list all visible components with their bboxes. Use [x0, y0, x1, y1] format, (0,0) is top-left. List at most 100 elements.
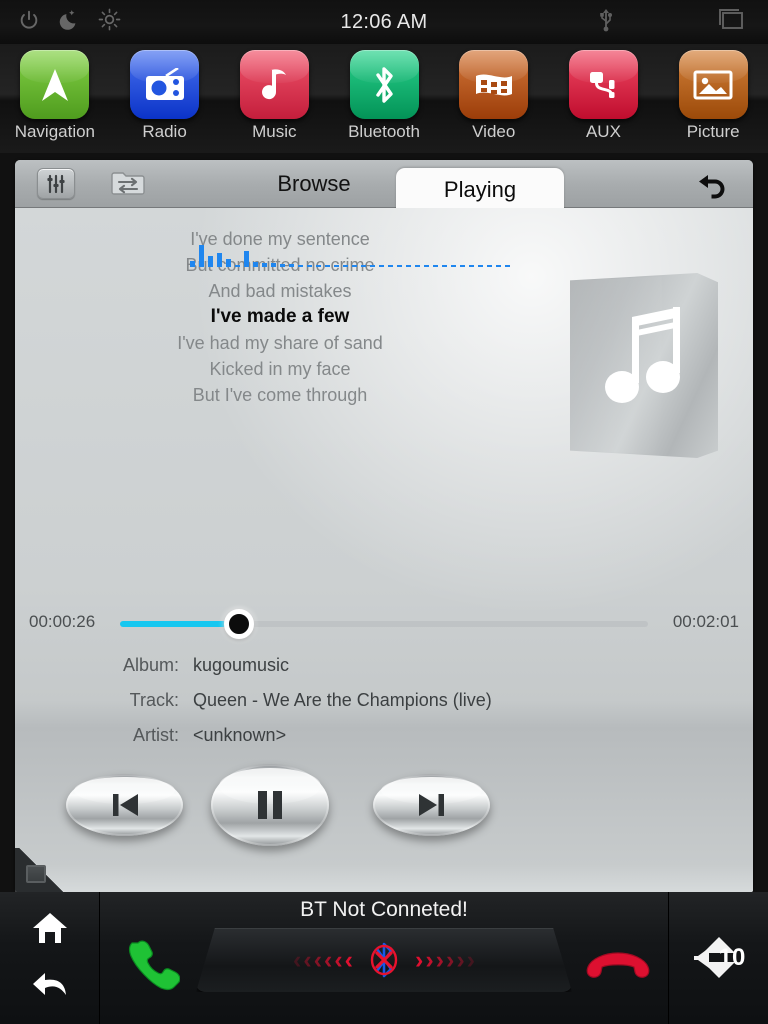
spectrum-bar — [496, 265, 501, 267]
next-track-button[interactable] — [373, 774, 490, 836]
metadata-row-artist: Artist: <unknown> — [15, 718, 615, 753]
play-pause-button[interactable] — [211, 764, 329, 846]
track-metadata: Album: kugoumusic Track: Queen - We Are … — [15, 648, 615, 753]
progress-row: 00:00:26 00:02:01 — [15, 606, 753, 642]
spectrum-bar — [442, 265, 447, 267]
spectrum-bar — [226, 259, 231, 267]
metadata-key: Track: — [129, 690, 179, 710]
spectrum-bar — [406, 265, 411, 267]
multitask-windows-icon[interactable] — [716, 7, 746, 38]
lyric-line: Kicked in my face — [209, 359, 351, 379]
spectrum-bar — [244, 251, 249, 267]
spectrum-visualizer — [190, 222, 630, 267]
previous-track-button[interactable] — [66, 774, 183, 836]
spectrum-bar — [460, 265, 465, 267]
seek-slider[interactable] — [120, 609, 648, 639]
player-content: I've done my sentence But committed no c… — [15, 208, 753, 892]
radio-icon — [130, 50, 200, 119]
return-arrow-icon[interactable] — [691, 166, 731, 202]
chevron-left-icon: ‹ — [313, 945, 323, 974]
folder-swap-icon[interactable] — [109, 168, 147, 199]
chevron-left-icon: ‹ — [303, 945, 312, 974]
back-arrow-icon[interactable] — [31, 970, 69, 1005]
phone-hangup-icon[interactable] — [583, 944, 653, 990]
chevron-left-icon: ‹ — [334, 945, 343, 974]
music-note-album-art-icon — [605, 307, 680, 403]
lyric-line: I've had my share of sand — [177, 333, 383, 353]
dock-item-radio[interactable]: Radio — [110, 44, 220, 153]
music-player-panel: Browse Playing I've done my sentence But… — [15, 160, 753, 892]
album-art — [570, 273, 718, 458]
next-icon — [418, 794, 444, 816]
film-strip-icon — [459, 50, 529, 119]
dock-item-bluetooth[interactable]: Bluetooth — [329, 44, 439, 153]
dock-item-aux[interactable]: AUX — [549, 44, 659, 153]
dock-item-video[interactable]: Video — [439, 44, 549, 153]
seek-slider-fill — [120, 621, 239, 627]
brightness-icon[interactable] — [98, 8, 121, 36]
bottom-nav-column — [0, 892, 100, 1024]
aux-cable-icon — [568, 50, 638, 119]
bluetooth-icon — [349, 50, 419, 119]
spectrum-bar — [208, 256, 213, 267]
tab-browse[interactable]: Browse — [230, 160, 398, 208]
dock-label-aux: AUX — [585, 122, 621, 141]
tab-playing[interactable]: Playing — [396, 168, 564, 212]
spectrum-bar — [451, 265, 456, 267]
chevron-right-icon: › — [466, 945, 475, 974]
seek-slider-thumb[interactable] — [223, 609, 254, 639]
spectrum-bar — [343, 265, 348, 267]
spectrum-bar — [190, 261, 195, 267]
bluetooth-visual-panel: ‹ ‹ ‹ ‹ ‹ ‹ › › › › › › — [196, 928, 572, 992]
spectrum-bar — [433, 265, 438, 267]
spectrum-bar — [307, 265, 312, 267]
dock-item-music[interactable]: Music — [219, 44, 329, 153]
equalizer-icon[interactable] — [37, 168, 75, 199]
current-time-label: 00:00:26 — [29, 612, 96, 631]
dock-label-video: Video — [472, 122, 516, 141]
chevron-left-icon: ‹ — [324, 945, 333, 974]
spectrum-bar — [199, 245, 204, 267]
pause-icon — [258, 791, 282, 819]
dock-label-navigation: Navigation — [14, 122, 96, 141]
chevron-right-icon: › — [445, 945, 455, 974]
status-bar: 12:06 AM — [0, 0, 768, 44]
spectrum-bar — [235, 265, 240, 267]
spectrum-bar — [424, 265, 429, 267]
metadata-value: Queen - We Are the Champions (live) — [193, 690, 492, 710]
spectrum-bar — [361, 265, 366, 267]
lyric-line-current: I've made a few — [210, 306, 350, 327]
picture-icon — [678, 50, 748, 119]
chevron-right-icon: › — [425, 945, 434, 974]
previous-icon — [112, 794, 138, 816]
status-bar-left-icons — [18, 8, 121, 36]
night-mode-icon[interactable] — [57, 9, 81, 36]
power-icon[interactable] — [18, 9, 40, 36]
usb-icon[interactable] — [596, 7, 616, 38]
spectrum-bar — [370, 265, 375, 267]
phone-answer-icon[interactable] — [120, 936, 184, 992]
lyric-line: But I've come through — [192, 385, 368, 405]
total-time-label: 00:02:01 — [672, 612, 739, 631]
chevron-right-icon: › — [435, 945, 444, 974]
metadata-value: <unknown> — [193, 725, 287, 745]
dock-item-navigation[interactable]: Navigation — [0, 44, 110, 153]
chevron-right-icon: › — [456, 945, 465, 974]
chevron-left-icon: ‹ — [344, 945, 353, 974]
dock-label-bluetooth: Bluetooth — [348, 122, 420, 141]
dock-label-music: Music — [252, 122, 297, 141]
spectrum-bar — [469, 265, 474, 267]
spectrum-bar — [262, 263, 267, 267]
home-icon[interactable] — [31, 911, 69, 950]
metadata-key: Artist: — [132, 725, 179, 745]
bottom-bar: BT Not Conneted! ‹ ‹ ‹ ‹ ‹ ‹ › › › › › ›… — [0, 892, 768, 1024]
resize-corner-icon[interactable] — [26, 865, 46, 883]
status-bar-right-icons — [596, 0, 768, 44]
transport-controls — [15, 760, 753, 852]
volume-column: 10 — [668, 892, 768, 1024]
music-note-icon — [239, 50, 309, 119]
spectrum-bar — [253, 262, 258, 267]
volume-up-icon[interactable] — [702, 920, 735, 953]
dock-item-picture[interactable]: Picture — [658, 44, 768, 153]
volume-down-icon[interactable] — [702, 962, 735, 996]
